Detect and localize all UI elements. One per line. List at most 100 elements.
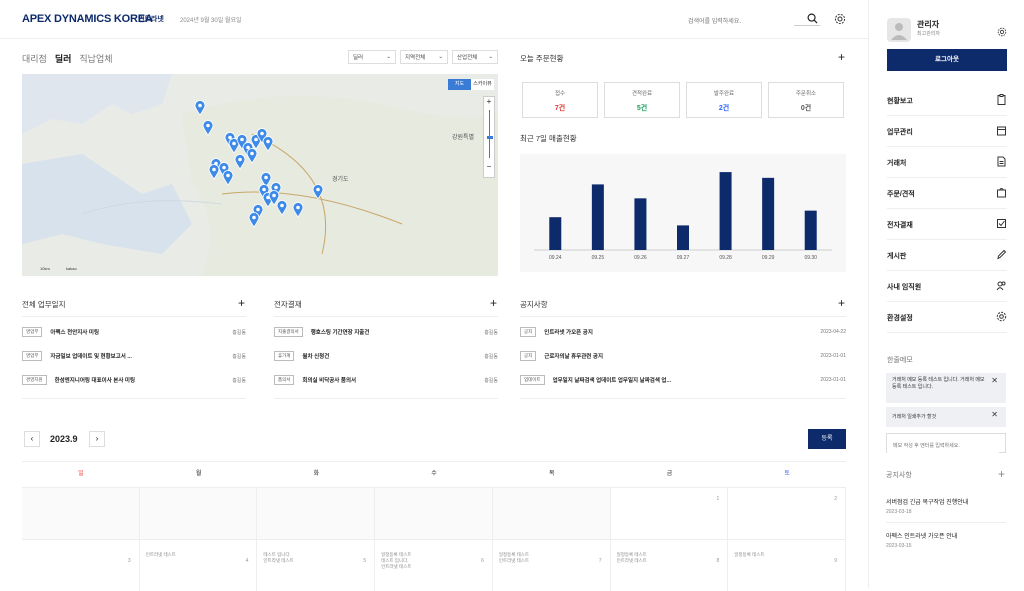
list-item[interactable]: 휴가계 월차 신청건 홍길동 <box>274 350 498 362</box>
list-item[interactable]: 경영지원 한성엔지니어링 대표이사 본사 미팅 홍길동 <box>22 374 246 386</box>
calendar-day-cell[interactable]: 인트라넷 테스트 4 <box>139 539 258 591</box>
calendar-day-cell[interactable]: 일정등록 테스트 9 <box>728 539 846 591</box>
work-log-title: 전체 업무일지 <box>22 300 66 309</box>
bar[interactable] <box>762 177 775 250</box>
calendar-day-cell[interactable]: 3 <box>22 539 140 591</box>
sidebar-item-document[interactable]: 거래처 <box>887 148 1007 178</box>
dealer-select[interactable]: 딜러 ⌄ <box>348 50 396 64</box>
bar[interactable] <box>591 184 604 250</box>
calendar-day-cell[interactable]: 테스트 입니다. 인트라넷 테스트 5 <box>257 539 376 591</box>
close-icon[interactable]: ✕ <box>991 411 998 419</box>
memo-item[interactable]: 거래처 일쇄추가 할것 ✕ <box>886 407 1006 427</box>
calendar-day-cell[interactable]: 일정등록 테스트 테스트 입니다. 인트라넷 테스트 6 <box>375 539 493 591</box>
category-badge: 경영지원 <box>22 375 47 385</box>
prev-month-button[interactable]: ‹ <box>24 431 40 447</box>
map-marker-icon[interactable] <box>312 184 324 205</box>
side-notice-item[interactable]: 아펙스 인트라넷 가오픈 안내 2023-03-15 <box>886 531 1006 549</box>
industry-select[interactable]: 산업전체 ⌄ <box>452 50 498 64</box>
map-view-button[interactable]: 지도 <box>448 79 471 90</box>
side-notice-item[interactable]: 서버점검 긴급 복구작업 진행안내 2023-03-18 <box>886 497 1006 515</box>
user-settings-gear-icon[interactable] <box>997 24 1007 42</box>
sales-chart-title: 최근 7일 매출현황 <box>520 134 577 143</box>
item-title: 아펙스 천안지사 미팅 <box>50 330 100 336</box>
region-select[interactable]: 지역전체 ⌄ <box>400 50 448 64</box>
bar[interactable] <box>549 217 562 250</box>
calendar-day-cell[interactable]: 일정등록 테스트 인트라넷 테스트 7 <box>492 539 611 591</box>
add-approval-button[interactable]: + <box>490 297 497 309</box>
search-input[interactable] <box>684 15 794 29</box>
map-marker-icon[interactable] <box>276 200 288 221</box>
tab-dealer[interactable]: 딜러 <box>55 52 72 65</box>
bar[interactable] <box>719 172 732 250</box>
sidebar-item-gear[interactable]: 환경설정 <box>887 303 1007 333</box>
tab-direct[interactable]: 직납업체 <box>79 52 112 65</box>
approval-list: 지출결의서 행호스팅 기간연장 지출건 홍길동 휴가계 월차 신청건 홍길동 품의서 회의… <box>274 326 498 386</box>
add-order-button[interactable]: + <box>838 51 845 63</box>
divider <box>22 461 846 462</box>
stat-label: 견적완료 <box>631 91 653 97</box>
sidebar-item-bag[interactable]: 주문/견적 <box>887 179 1007 209</box>
list-item[interactable]: 업데이트 업무일지 날짜검색 업데이트 업무일지 날짜검색 업... 2023-01… <box>520 374 846 386</box>
divider <box>22 398 246 399</box>
skyview-button[interactable]: 스카이뷰 <box>471 79 494 90</box>
sidebar-item-clipboard[interactable]: 현황보고 <box>887 86 1007 116</box>
zoom-in-button[interactable]: + <box>484 97 494 106</box>
map-marker-icon[interactable] <box>248 212 260 233</box>
calendar-day-cell[interactable] <box>492 487 611 539</box>
calendar-day-cell[interactable] <box>375 487 493 539</box>
region-label: 강원특별 <box>452 135 475 141</box>
search-icon[interactable] <box>807 11 818 29</box>
zoom-slider[interactable] <box>484 106 494 162</box>
close-icon[interactable]: ✕ <box>991 377 998 385</box>
map-marker-icon[interactable] <box>292 202 304 223</box>
next-month-button[interactable]: › <box>89 431 105 447</box>
sidebar-item-checkbox[interactable]: 전자결재 <box>887 210 1007 240</box>
sidebar-item-pencil[interactable]: 게시판 <box>887 241 1007 271</box>
bar[interactable] <box>677 225 689 250</box>
stat-quoted: 견적완료 5건 <box>604 82 680 118</box>
memo-input-box <box>886 433 1006 455</box>
add-work-log-button[interactable]: + <box>238 297 245 309</box>
event-text[interactable]: 인트라넷 테스트 <box>146 552 176 558</box>
add-side-notice-button[interactable]: + <box>998 468 1005 480</box>
map-marker-icon[interactable] <box>222 170 234 191</box>
sidebar-item-users[interactable]: 사내 임직원 <box>887 272 1007 302</box>
map-marker-icon[interactable] <box>194 100 206 121</box>
bar[interactable] <box>634 198 647 250</box>
event-text[interactable]: 일정등록 테스트 인트라넷 테스트 <box>617 552 647 564</box>
event-text[interactable]: 일정등록 테스트 테스트 입니다. 인트라넷 테스트 <box>381 552 411 570</box>
add-notice-button[interactable]: + <box>838 297 845 309</box>
memo-input[interactable] <box>887 437 999 455</box>
event-text[interactable]: 일정등록 테스트 인트라넷 테스트 <box>499 552 529 564</box>
tab-agency[interactable]: 대리점 <box>22 52 47 65</box>
event-text[interactable]: 테스트 입니다. 인트라넷 테스트 <box>263 552 293 564</box>
logout-button[interactable]: 로그아웃 <box>887 49 1007 71</box>
memo-item[interactable]: 거래처 메모 등록 테스트 입니다. 거래처 메모 등록 테스트 입니다. ✕ <box>886 373 1006 403</box>
settings-gear-icon[interactable] <box>834 12 846 30</box>
map-marker-icon[interactable] <box>202 120 214 141</box>
map-marker-icon[interactable] <box>208 164 220 185</box>
sidebar-item-calendar[interactable]: 업무관리 <box>887 117 1007 147</box>
calendar-day-cell[interactable] <box>257 487 376 539</box>
register-event-button[interactable]: 등록 <box>808 429 846 449</box>
memo-title: 한줄메모 <box>887 357 913 364</box>
list-item[interactable]: 공지 인트라넷 가오픈 공지 2023-04-22 <box>520 326 846 338</box>
list-item[interactable]: 영업부 아펙스 천안지사 미팅 홍길동 <box>22 326 246 338</box>
event-text[interactable]: 일정등록 테스트 <box>734 552 764 558</box>
calendar-day-cell[interactable] <box>22 487 140 539</box>
list-item[interactable]: 품의서 회의실 비닥공사 품의서 홍길동 <box>274 374 498 386</box>
calendar-day-cell[interactable]: 1 <box>610 487 729 539</box>
dealer-map[interactable]: 지도 스카이뷰 + − 강원특별 경기도 10km kakao <box>22 74 498 276</box>
map-marker-icon[interactable] <box>262 136 274 157</box>
calendar-day-cell[interactable]: 2 <box>728 487 846 539</box>
bar[interactable] <box>804 210 817 250</box>
list-item[interactable]: 영업부 자금일보 업데이트 및 현황보고서 ... 홍길동 <box>22 350 246 362</box>
list-item[interactable]: 공지 근로자의날 휴무관련 공지 2023-01-01 <box>520 350 846 362</box>
map-marker-icon[interactable] <box>234 154 246 175</box>
calendar-day-cell[interactable]: 일정등록 테스트 인트라넷 테스트 8 <box>610 539 729 591</box>
zoom-out-button[interactable]: − <box>484 162 494 171</box>
item-author: 홍길동 <box>484 353 498 360</box>
calendar-day-cell[interactable] <box>139 487 258 539</box>
list-item[interactable]: 지출결의서 행호스팅 기간연장 지출건 홍길동 <box>274 326 498 338</box>
stat-label: 주문취소 <box>795 91 817 97</box>
